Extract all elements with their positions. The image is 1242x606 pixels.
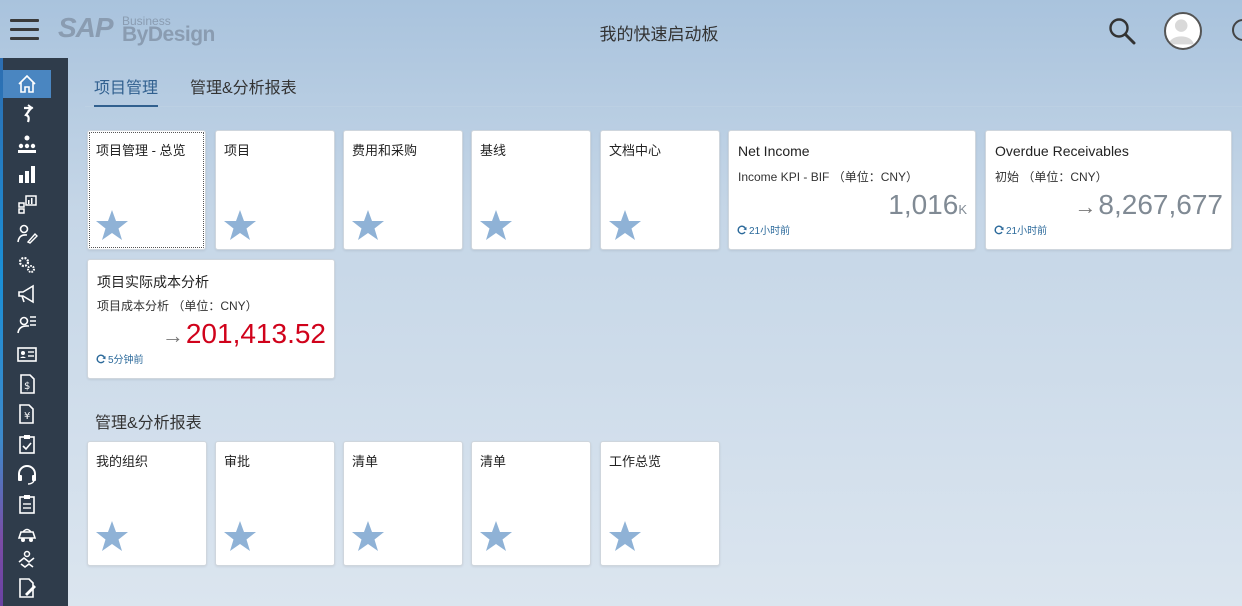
tile-list-1[interactable]: 清单 [343,441,463,566]
gears-icon[interactable] [3,250,51,278]
tile-label: 费用和采购 [352,143,418,158]
tile-label: 文档中心 [609,143,662,158]
star-icon [480,521,512,551]
tab-bar: 项目管理 管理&分析报表 [85,74,1242,107]
megaphone-icon[interactable] [3,280,51,308]
refresh-arrow-icon[interactable] [3,100,51,128]
kpi-tile-project-cost[interactable]: 项目实际成本分析 项目成本分析 （单位：CNY） →201,413.52 5分钟… [87,259,335,379]
tile-label: 工作总览 [609,454,662,469]
tile-label: 审批 [224,454,251,469]
star-icon [96,521,128,551]
kpi-value-container: →8,267,677 [1074,189,1223,221]
kpi-refresh-label: 5分钟前 [108,355,144,366]
kpi-value-container: →201,413.52 [162,318,326,350]
bar-chart-icon[interactable] [3,160,51,188]
star-icon [224,210,256,240]
search-icon[interactable] [1108,17,1136,45]
tile-list-2[interactable]: 清单 [471,441,591,566]
star-icon [480,210,512,240]
handshake-icon[interactable] [3,546,51,574]
tile-label: 清单 [352,454,379,469]
kpi-refresh-time: 5分钟前 [96,351,144,366]
kpi-tile-net-income[interactable]: Net Income Income KPI - BIF （单位：CNY） 1,0… [728,130,976,250]
kpi-subtitle: 初始 （单位：CNY） [995,170,1108,184]
kpi-subtitle: Income KPI - BIF （单位：CNY） [738,170,919,184]
star-icon [609,521,641,551]
kpi-refresh-time: 21小时前 [994,222,1047,237]
kpi-refresh-label: 21小时前 [1006,226,1048,237]
kpi-title: Net Income [738,143,810,159]
svg-text:¥: ¥ [24,411,30,422]
user-avatar[interactable] [1164,12,1202,50]
kpi-value: 1,016 [888,189,959,220]
invoice-dollar-icon[interactable]: $ [3,370,51,398]
kpi-title: Overdue Receivables [995,143,1129,159]
tile-baseline[interactable]: 基线 [471,130,591,250]
star-icon [224,521,256,551]
tab-management-reports[interactable]: 管理&分析报表 [190,74,297,105]
app-window: SAP Business ByDesign 我的快速启动板 $ ¥ 项目管理 管… [0,0,1242,606]
tile-projects[interactable]: 项目 [215,130,335,250]
tile-label: 项目 [224,143,251,158]
tile-label: 项目管理 - 总览 [96,143,186,158]
trend-arrow-icon: → [1074,194,1097,219]
tile-label: 清单 [480,454,507,469]
refresh-icon [96,354,106,363]
trend-arrow-icon: → [161,323,184,348]
kpi-subtitle: 项目成本分析 （单位：CNY） [97,299,258,313]
kpi-value: 201,413.52 [185,318,326,349]
section-title-reports: 管理&分析报表 [95,415,202,432]
star-icon [352,210,384,240]
kpi-value: 8,267,677 [1098,189,1223,220]
contact-list-icon[interactable] [3,310,51,338]
user-edit-icon[interactable] [3,220,51,248]
report-chart-icon[interactable] [3,190,51,218]
star-icon [352,521,384,551]
page-title: 我的快速启动板 [599,25,719,44]
kpi-title: 项目实际成本分析 [97,274,209,290]
star-icon [96,210,128,240]
tab-project-management[interactable]: 项目管理 [94,74,159,107]
checklist-icon[interactable] [3,490,51,518]
refresh-icon [994,225,1004,234]
document-edit-icon[interactable] [3,574,51,602]
car-service-icon[interactable] [3,520,51,548]
tile-expenses-purchasing[interactable]: 费用和采购 [343,130,463,250]
refresh-icon [737,225,747,234]
kpi-tile-overdue-receivables[interactable]: Overdue Receivables 初始 （单位：CNY） →8,267,6… [985,130,1232,250]
clipboard-icon[interactable] [3,430,51,458]
org-hierarchy-icon[interactable] [3,130,51,158]
tile-approvals[interactable]: 审批 [215,441,335,566]
kpi-value-container: 1,016K [888,189,967,221]
id-card-icon[interactable] [3,340,51,368]
shell-header: SAP Business ByDesign 我的快速启动板 [0,0,1242,58]
headset-icon[interactable] [3,460,51,488]
tile-work-overview[interactable]: 工作总览 [600,441,720,566]
sidebar: $ ¥ [0,58,68,606]
svg-text:$: $ [24,381,30,392]
tile-document-center[interactable]: 文档中心 [600,130,720,250]
kpi-refresh-label: 21小时前 [749,226,791,237]
tile-project-overview[interactable]: 项目管理 - 总览 [87,130,206,250]
star-icon [609,210,641,240]
tile-label: 我的组织 [96,454,149,469]
kpi-unit: K [958,202,967,217]
tile-my-organization[interactable]: 我的组织 [87,441,207,566]
invoice-yen-icon[interactable]: ¥ [3,400,51,428]
kpi-refresh-time: 21小时前 [737,222,790,237]
home-icon[interactable] [3,70,51,98]
tile-label: 基线 [480,143,507,158]
